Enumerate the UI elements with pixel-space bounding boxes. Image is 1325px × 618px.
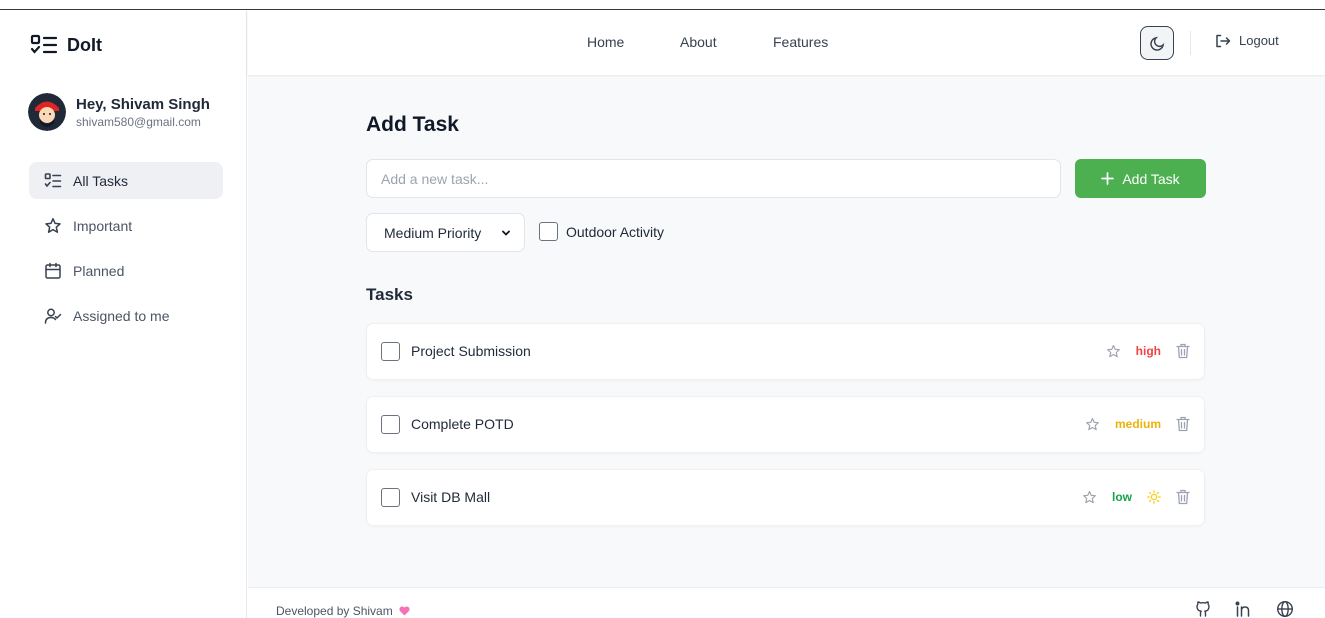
linkedin-icon[interactable] xyxy=(1234,600,1252,618)
task-priority-badge: high xyxy=(1135,344,1161,358)
sidebar-item-label: Important xyxy=(73,217,133,234)
task-priority-badge: medium xyxy=(1114,417,1161,431)
tasks-heading: Tasks xyxy=(366,285,413,304)
list-icon xyxy=(44,172,62,187)
outdoor-activity-option[interactable]: Outdoor Activity xyxy=(539,222,664,241)
sidebar-item-assigned[interactable]: Assigned to me xyxy=(29,297,223,334)
task-actions: low xyxy=(1082,489,1190,505)
task-item: Project Submission high xyxy=(366,323,1205,380)
sidebar-nav: All Tasks Important Planned Assigned to … xyxy=(29,162,223,342)
list-icon xyxy=(30,34,58,54)
sidebar-item-all-tasks[interactable]: All Tasks xyxy=(29,162,223,199)
user-profile: Hey, Shivam Singh shivam580@gmail.com xyxy=(28,93,210,131)
globe-icon[interactable] xyxy=(1276,600,1294,618)
user-email: shivam580@gmail.com xyxy=(76,114,201,129)
task-checkbox[interactable] xyxy=(381,488,400,507)
plus-icon xyxy=(1101,172,1115,185)
task-checkbox[interactable] xyxy=(381,342,400,361)
sidebar-item-label: Assigned to me xyxy=(73,307,170,324)
sun-icon xyxy=(1147,490,1161,504)
trash-icon[interactable] xyxy=(1176,416,1190,432)
trash-icon[interactable] xyxy=(1176,489,1190,505)
logout-button[interactable]: Logout xyxy=(1215,33,1279,48)
nav-link-features[interactable]: Features xyxy=(773,34,828,50)
logout-icon xyxy=(1216,34,1231,47)
star-icon xyxy=(45,217,61,233)
nav-link-about[interactable]: About xyxy=(680,34,717,50)
task-actions: medium xyxy=(1085,416,1190,432)
star-icon[interactable] xyxy=(1082,490,1097,505)
header-divider xyxy=(1190,31,1191,55)
moon-icon xyxy=(1149,36,1164,51)
task-item: Complete POTD medium xyxy=(366,396,1205,453)
brand[interactable]: DoIt xyxy=(30,34,102,56)
sidebar-item-label: All Tasks xyxy=(73,172,128,189)
priority-selected-value: Medium Priority xyxy=(384,224,482,241)
footer: Developed by Shivam xyxy=(248,587,1325,618)
task-title: Visit DB Mall xyxy=(411,489,491,505)
sidebar-item-label: Planned xyxy=(73,262,125,279)
add-task-heading: Add Task xyxy=(366,113,459,136)
task-priority-badge: low xyxy=(1112,490,1132,504)
trash-icon[interactable] xyxy=(1176,343,1190,359)
chevron-down-icon xyxy=(502,230,510,236)
nav-link-home[interactable]: Home xyxy=(587,34,624,50)
theme-toggle-button[interactable] xyxy=(1140,26,1174,60)
avatar xyxy=(28,93,66,131)
task-title: Project Submission xyxy=(411,343,531,359)
outdoor-activity-checkbox[interactable] xyxy=(539,222,558,241)
user-greeting: Hey, Shivam Singh xyxy=(76,95,210,113)
sidebar: DoIt Hey, Shivam Singh shivam580@gmail.c… xyxy=(0,10,247,618)
task-title: Complete POTD xyxy=(411,416,514,432)
new-task-input[interactable] xyxy=(366,159,1061,198)
heart-icon xyxy=(399,606,410,616)
task-checkbox[interactable] xyxy=(381,415,400,434)
task-actions: high xyxy=(1106,343,1190,359)
add-task-button-label: Add Task xyxy=(1122,170,1180,187)
priority-select[interactable]: Medium Priority xyxy=(366,213,525,252)
star-icon[interactable] xyxy=(1106,344,1121,359)
top-navbar: Home About Features Logout xyxy=(248,10,1325,76)
main-content: Add Task Add Task Medium Priority Outdoo… xyxy=(248,77,1325,587)
add-task-button[interactable]: Add Task xyxy=(1075,159,1206,198)
star-icon[interactable] xyxy=(1085,417,1100,432)
app-name: DoIt xyxy=(67,34,102,55)
logout-label: Logout xyxy=(1239,33,1279,48)
footer-credit: Developed by Shivam xyxy=(276,604,410,618)
task-item: Visit DB Mall low xyxy=(366,469,1205,526)
user-icon xyxy=(44,308,62,324)
app-window: DoIt Hey, Shivam Singh shivam580@gmail.c… xyxy=(0,0,1325,618)
sidebar-item-important[interactable]: Important xyxy=(29,207,223,244)
github-icon[interactable] xyxy=(1194,600,1212,618)
footer-credit-text: Developed by Shivam xyxy=(276,604,393,618)
calendar-icon xyxy=(45,262,61,279)
sidebar-item-planned[interactable]: Planned xyxy=(29,252,223,289)
outdoor-activity-label: Outdoor Activity xyxy=(566,223,665,240)
